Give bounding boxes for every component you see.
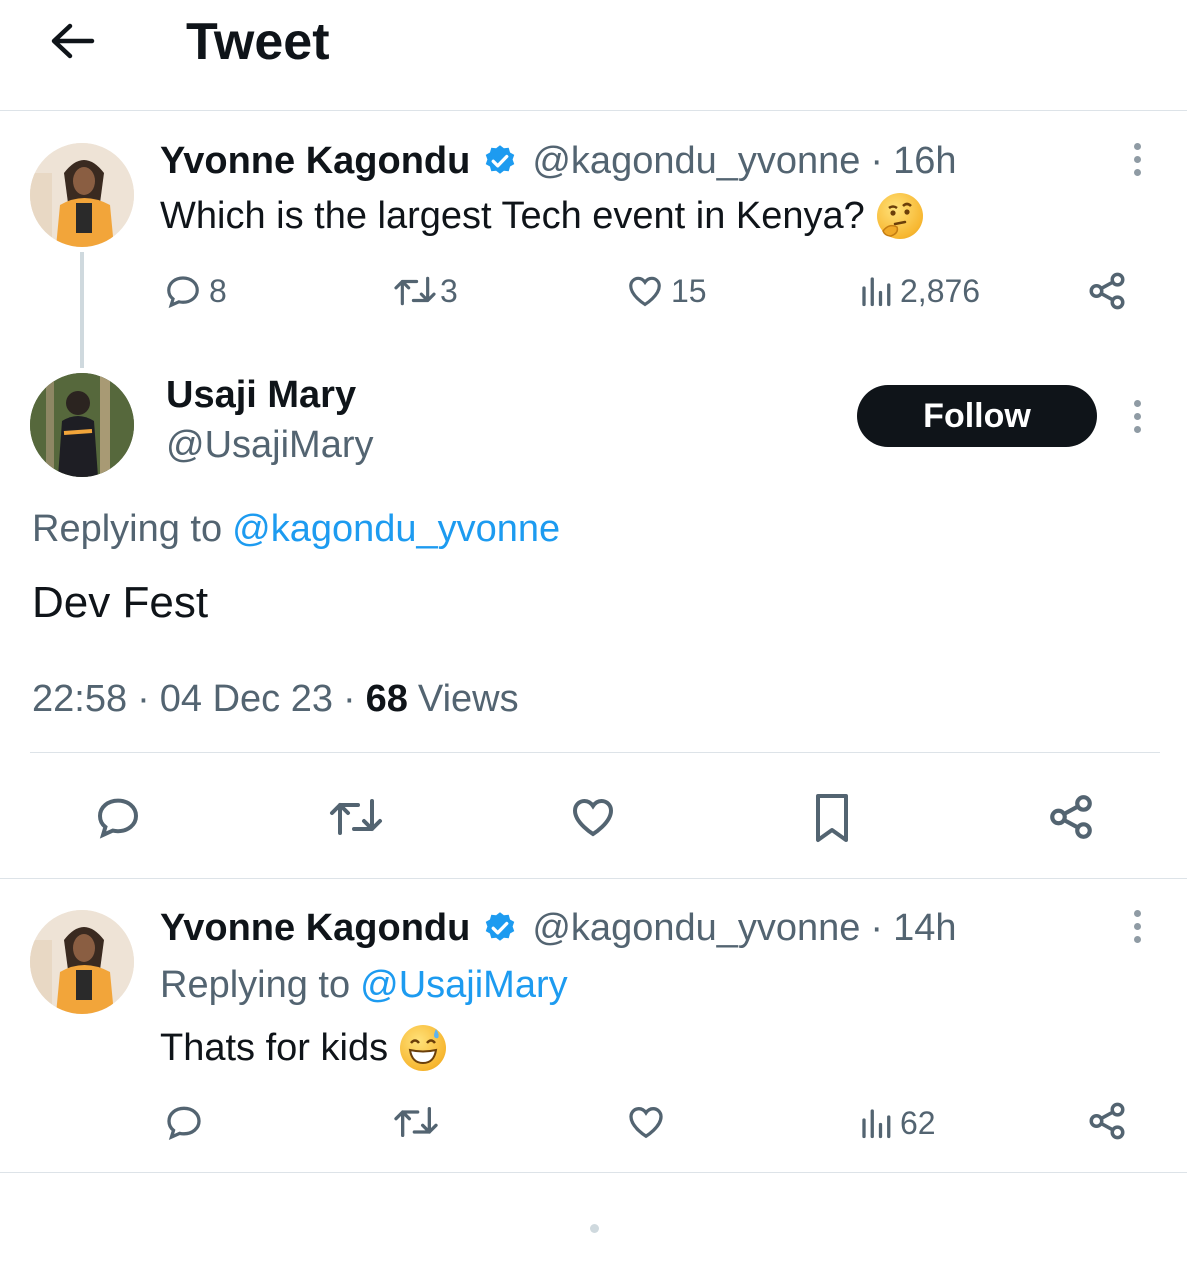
retweet-icon[interactable] bbox=[326, 793, 386, 841]
avatar[interactable] bbox=[30, 143, 134, 247]
reply-header: Yvonne Kagondu @kagondu_yvonne · 14h bbox=[160, 903, 956, 953]
tweet-time[interactable]: 22:58 bbox=[32, 678, 127, 721]
separator: · bbox=[137, 677, 150, 720]
back-arrow-icon[interactable] bbox=[48, 20, 96, 62]
more-options-icon[interactable] bbox=[1134, 910, 1142, 943]
more-options-icon[interactable] bbox=[1134, 143, 1142, 176]
verified-badge-icon bbox=[482, 143, 518, 179]
tweet1-header: Yvonne Kagondu @kagondu_yvonne · 16h bbox=[160, 136, 956, 186]
verified-badge-icon bbox=[482, 910, 518, 946]
reply-count: 8 bbox=[209, 272, 227, 309]
replying-to: Replying to @kagondu_yvonne bbox=[32, 504, 560, 554]
retweet-action[interactable]: 3 bbox=[392, 272, 458, 310]
thread-line bbox=[80, 252, 84, 368]
author-name[interactable]: Yvonne Kagondu bbox=[160, 140, 470, 183]
author-name[interactable]: Yvonne Kagondu bbox=[160, 907, 470, 950]
more-options-icon[interactable] bbox=[1134, 400, 1142, 433]
tweet-text: Thats for kids bbox=[160, 1026, 389, 1069]
reply-text-row: Thats for kids bbox=[160, 1022, 447, 1074]
separator: · bbox=[870, 139, 884, 182]
replying-prefix: Replying to bbox=[160, 963, 351, 1006]
replying-prefix: Replying to bbox=[32, 507, 223, 550]
page-title: Tweet bbox=[186, 13, 330, 71]
separator: · bbox=[870, 906, 884, 949]
share-icon[interactable] bbox=[1086, 1100, 1128, 1142]
retweet-count: 3 bbox=[440, 272, 458, 309]
tweet1-text-row: Which is the largest Tech event in Kenya… bbox=[160, 190, 923, 242]
heart-icon[interactable] bbox=[625, 1102, 667, 1142]
tweet-text: Which is the largest Tech event in Kenya… bbox=[160, 194, 865, 237]
tweet-time[interactable]: 16h bbox=[893, 140, 956, 183]
views-count[interactable]: 68 bbox=[366, 678, 408, 721]
share-icon[interactable] bbox=[1086, 270, 1128, 312]
reply-action[interactable]: 8 bbox=[163, 272, 227, 310]
author-handle[interactable]: @UsajiMary bbox=[166, 424, 373, 467]
loading-dot bbox=[590, 1224, 599, 1233]
replying-handle-link[interactable]: @UsajiMary bbox=[360, 964, 567, 1007]
tweet-date[interactable]: 04 Dec 23 bbox=[160, 678, 333, 721]
reply-icon bbox=[163, 272, 203, 310]
heart-icon bbox=[625, 272, 665, 310]
follow-button[interactable]: Follow bbox=[857, 385, 1097, 447]
tweet-meta: 22:58 · 04 Dec 23 · 68 Views bbox=[32, 674, 519, 724]
author-name[interactable]: Usaji Mary bbox=[166, 374, 356, 417]
retweet-icon[interactable] bbox=[392, 1102, 440, 1142]
avatar[interactable] bbox=[30, 373, 134, 477]
share-icon[interactable] bbox=[1046, 792, 1096, 842]
replying-to: Replying to @UsajiMary bbox=[160, 960, 568, 1010]
views-action[interactable]: 62 bbox=[858, 1104, 936, 1142]
heart-icon[interactable] bbox=[567, 793, 619, 841]
actions-divider bbox=[0, 878, 1187, 879]
reply-divider bbox=[0, 1172, 1187, 1173]
retweet-icon bbox=[392, 272, 438, 310]
tweet-text: Dev Fest bbox=[32, 578, 209, 627]
meta-divider bbox=[30, 752, 1160, 753]
views-action[interactable]: 2,876 bbox=[858, 272, 980, 310]
like-count: 15 bbox=[671, 272, 707, 309]
thinking-face-icon bbox=[876, 193, 923, 239]
views-count: 62 bbox=[900, 1104, 936, 1141]
author-handle[interactable]: @kagondu_yvonne bbox=[532, 907, 860, 950]
tweet-time[interactable]: 14h bbox=[893, 907, 956, 950]
analytics-icon bbox=[858, 1104, 894, 1142]
grinning-sweat-face-icon bbox=[400, 1025, 447, 1071]
author-handle[interactable]: @kagondu_yvonne bbox=[532, 140, 860, 183]
replying-handle-link[interactable]: @kagondu_yvonne bbox=[232, 508, 560, 551]
reply-icon[interactable] bbox=[92, 793, 144, 841]
views-count: 2,876 bbox=[900, 272, 981, 309]
views-label[interactable]: Views bbox=[418, 678, 519, 721]
separator: · bbox=[342, 677, 356, 720]
header-divider bbox=[0, 110, 1187, 111]
analytics-icon bbox=[858, 272, 894, 310]
like-action[interactable]: 15 bbox=[625, 272, 707, 310]
avatar[interactable] bbox=[30, 910, 134, 1014]
bookmark-icon[interactable] bbox=[808, 792, 856, 844]
reply-icon[interactable] bbox=[163, 1102, 205, 1142]
